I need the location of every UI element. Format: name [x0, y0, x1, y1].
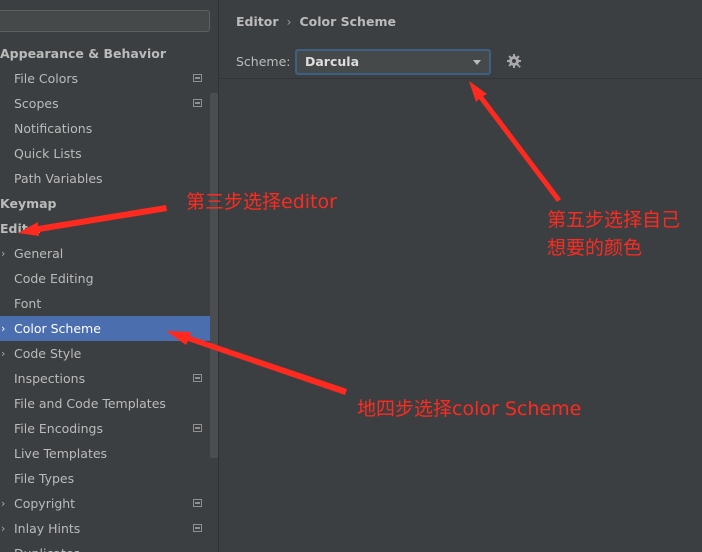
sidebar-item-scopes[interactable]: Scopes	[0, 91, 210, 116]
sidebar-scrollbar[interactable]	[210, 93, 218, 458]
sidebar-item-keymap[interactable]: Keymap	[0, 191, 210, 216]
sidebar-item-label: Path Variables	[14, 171, 103, 186]
chevron-right-icon[interactable]: ›	[1, 341, 5, 366]
project-scope-icon	[193, 524, 202, 532]
sidebar-item-duplicates[interactable]: Duplicates	[0, 541, 210, 552]
chevron-right-icon[interactable]: ›	[1, 516, 5, 541]
scheme-selected-value: Darcula	[305, 54, 360, 69]
main-header-divider	[219, 78, 702, 79]
sidebar-item-label: Quick Lists	[14, 146, 82, 161]
sidebar-item-label: Inspections	[14, 371, 86, 386]
sidebar-item-label: File Colors	[14, 71, 79, 86]
panel-divider[interactable]	[218, 0, 219, 552]
sidebar-item-appearance-behavior[interactable]: Appearance & Behavior	[0, 41, 210, 66]
sidebar-item-label: Font	[14, 296, 42, 311]
sidebar-item-label: Editor	[0, 221, 43, 236]
settings-sidebar: Appearance & Behavior File Colors Scopes No…	[0, 0, 218, 552]
sidebar-item-copyright[interactable]: › Copyright	[0, 491, 210, 516]
sidebar-item-color-scheme[interactable]: › Color Scheme	[0, 316, 218, 341]
sidebar-item-label: Code Style	[14, 346, 82, 361]
sidebar-item-label: General	[14, 246, 64, 261]
project-scope-icon	[193, 499, 202, 507]
annotation-arrow-step5	[469, 81, 561, 202]
gear-icon[interactable]	[506, 53, 522, 69]
project-scope-icon	[193, 424, 202, 432]
sidebar-item-code-editing[interactable]: Code Editing	[0, 266, 210, 291]
sidebar-item-label: Color Scheme	[14, 321, 101, 336]
chevron-right-icon[interactable]: ›	[1, 241, 5, 266]
sidebar-item-label: Keymap	[0, 196, 57, 211]
breadcrumb-current: Color Scheme	[299, 14, 396, 29]
project-scope-icon	[193, 74, 202, 82]
chevron-right-icon[interactable]: ›	[1, 316, 5, 341]
project-scope-icon	[193, 374, 202, 382]
sidebar-item-label: Code Editing	[14, 271, 94, 286]
sidebar-item-label: Live Templates	[14, 446, 108, 461]
scheme-label: Scheme:	[236, 54, 291, 69]
annotation-step4: 地四步选择color Scheme	[357, 398, 582, 420]
sidebar-item-label: File Types	[14, 471, 75, 486]
chevron-right-icon[interactable]: ›	[1, 491, 5, 516]
sidebar-item-quick-lists[interactable]: Quick Lists	[0, 141, 210, 166]
annotation-step5-line2: 想要的颜色	[547, 237, 643, 259]
sidebar-item-editor[interactable]: Editor	[0, 216, 210, 241]
sidebar-item-inlay-hints[interactable]: › Inlay Hints	[0, 516, 210, 541]
sidebar-item-file-encodings[interactable]: File Encodings	[0, 416, 210, 441]
sidebar-item-label: Appearance & Behavior	[0, 46, 166, 61]
project-scope-icon	[193, 99, 202, 107]
sidebar-item-label: Copyright	[14, 496, 76, 511]
sidebar-item-label: File and Code Templates	[14, 396, 166, 411]
sidebar-item-code-style[interactable]: › Code Style	[0, 341, 210, 366]
sidebar-item-file-and-code-templates[interactable]: File and Code Templates	[0, 391, 210, 416]
sidebar-item-file-types[interactable]: File Types	[0, 466, 210, 491]
sidebar-item-label: Duplicates	[14, 541, 80, 552]
sidebar-item-live-templates[interactable]: Live Templates	[0, 441, 210, 466]
scheme-dropdown[interactable]: Darcula	[295, 49, 491, 75]
sidebar-item-general[interactable]: › General	[0, 241, 210, 266]
sidebar-item-notifications[interactable]: Notifications	[0, 116, 210, 141]
sidebar-item-label: File Encodings	[14, 421, 104, 436]
breadcrumb-parent[interactable]: Editor	[236, 14, 279, 29]
sidebar-item-label: Scopes	[14, 96, 59, 111]
sidebar-item-path-variables[interactable]: Path Variables	[0, 166, 210, 191]
sidebar-item-file-colors[interactable]: File Colors	[0, 66, 210, 91]
sidebar-item-inspections[interactable]: Inspections	[0, 366, 210, 391]
breadcrumb-separator: ›	[286, 14, 292, 29]
sidebar-item-font[interactable]: Font	[0, 291, 210, 316]
sidebar-item-label: Notifications	[14, 121, 93, 136]
chevron-down-icon	[473, 60, 481, 65]
breadcrumb: Editor › Color Scheme	[236, 14, 396, 29]
annotation-step5-line1: 第五步选择自己	[547, 209, 681, 231]
sidebar-item-label: Inlay Hints	[14, 521, 81, 536]
annotation-step3: 第三步选择editor	[186, 191, 337, 213]
settings-search-input[interactable]	[0, 10, 210, 32]
